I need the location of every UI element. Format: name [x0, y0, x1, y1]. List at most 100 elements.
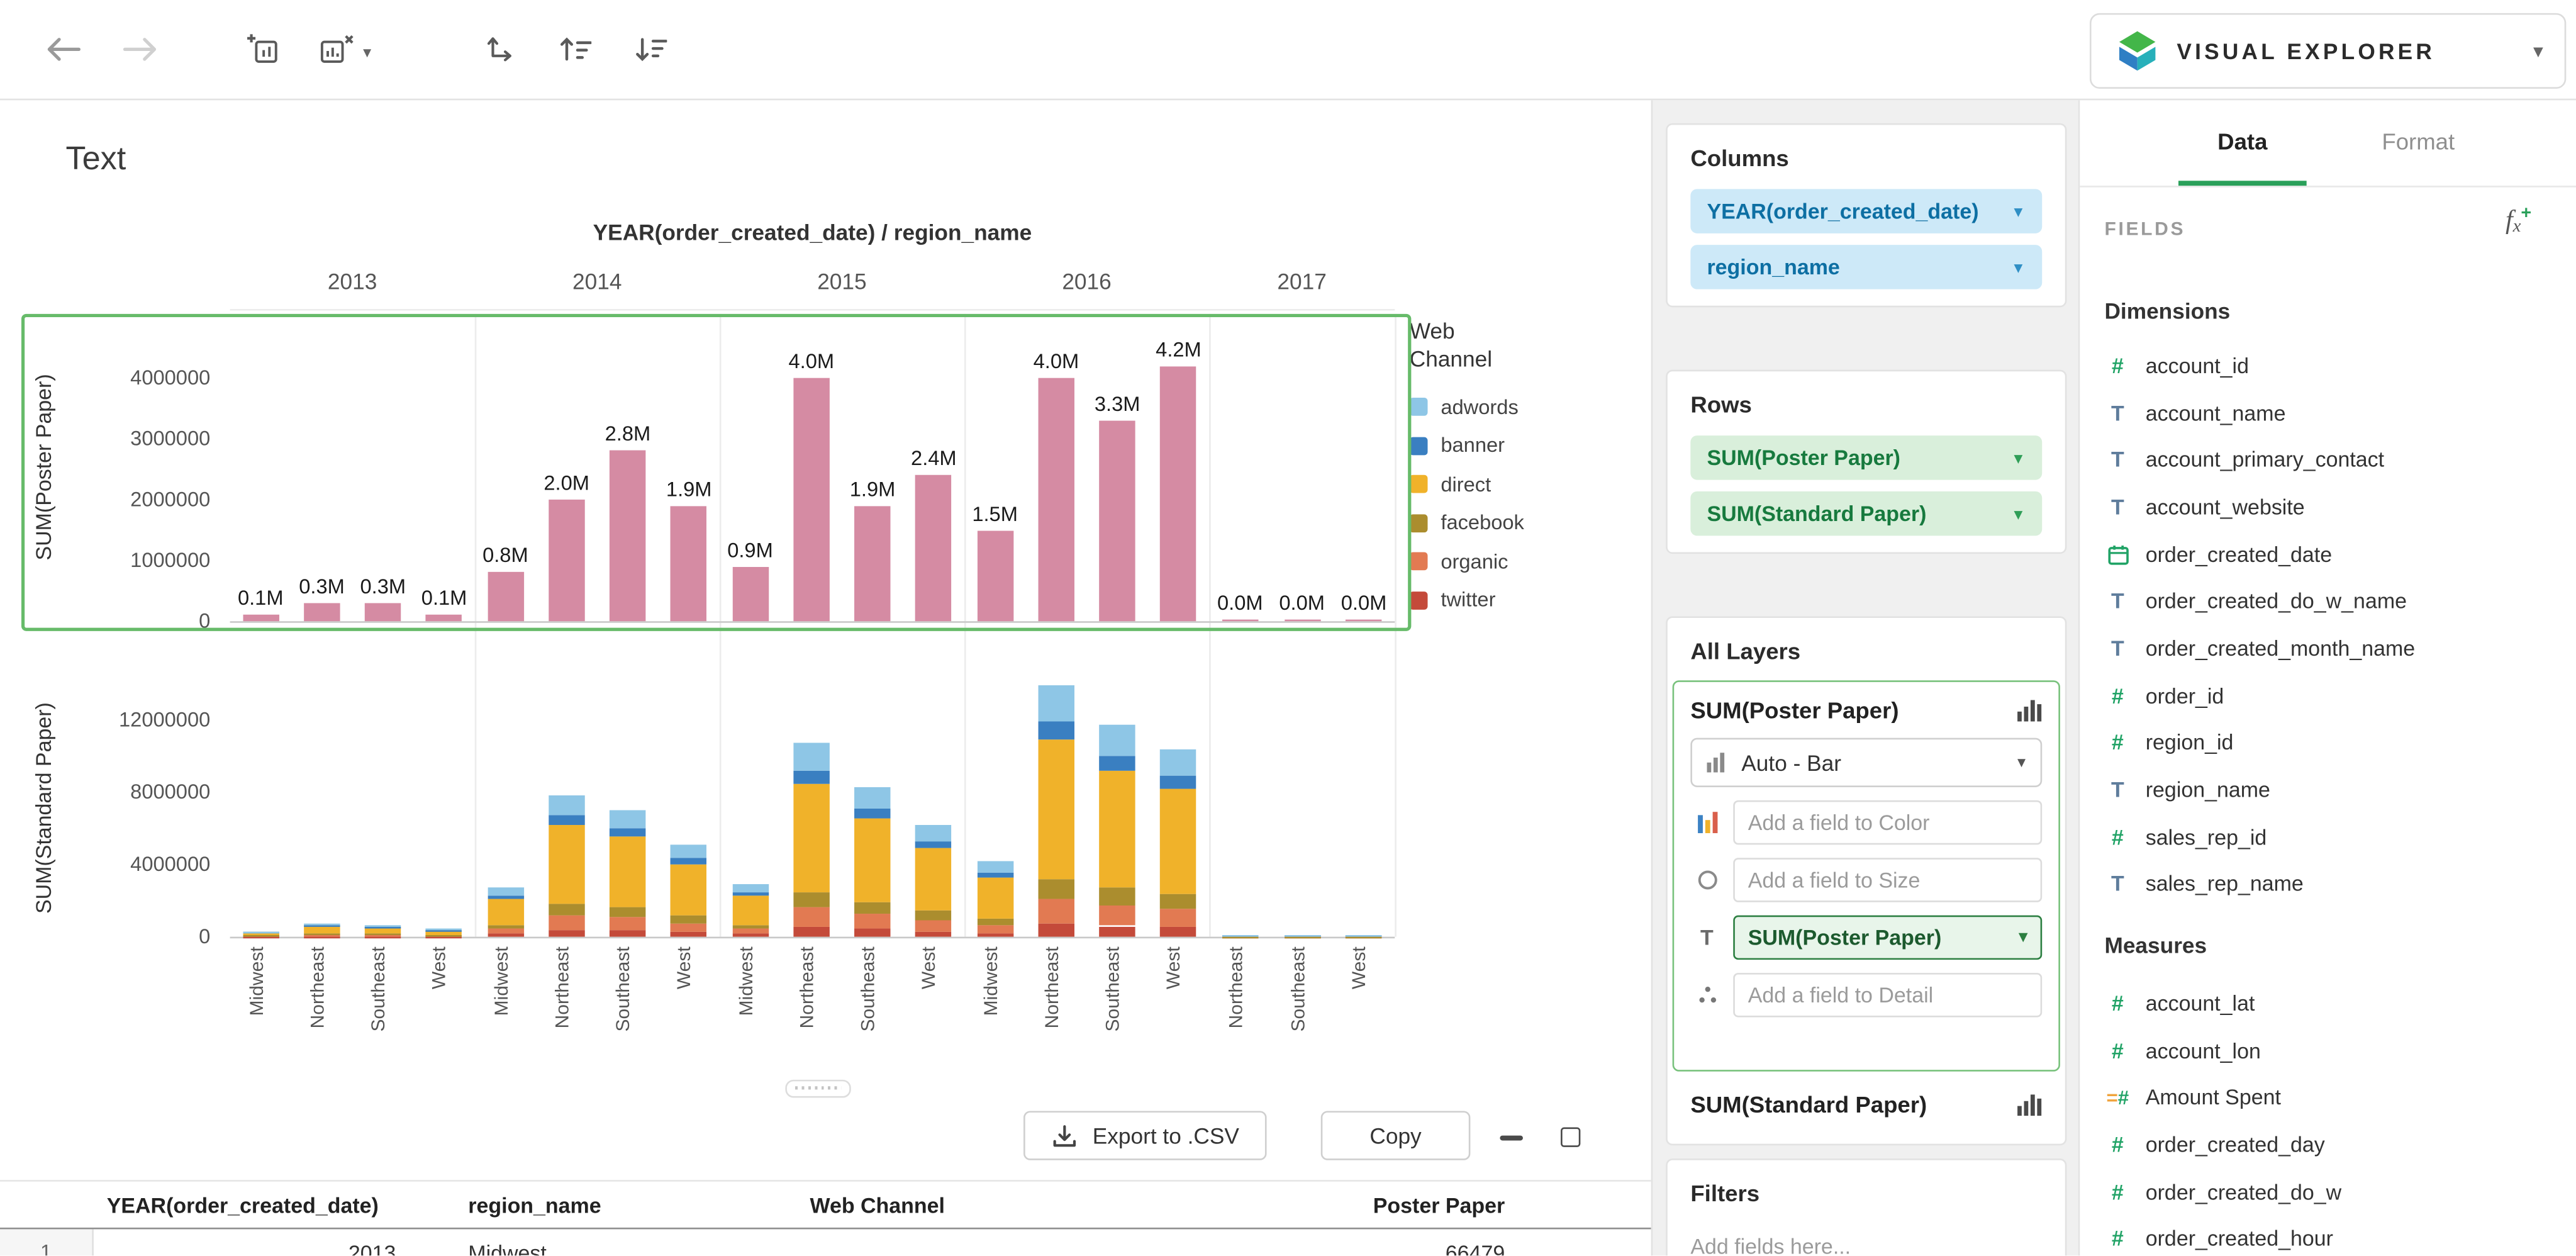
standard-paper-segment-banner[interactable] — [610, 828, 645, 837]
standard-paper-segment-facebook[interactable] — [1038, 879, 1074, 899]
add-chart-button[interactable] — [247, 33, 281, 74]
resize-drag-handle[interactable] — [785, 1080, 850, 1098]
legend-item[interactable]: direct — [1410, 465, 1624, 503]
collapse-table-button[interactable] — [1490, 1116, 1533, 1158]
standard-paper-segment-organic[interactable] — [1099, 905, 1135, 926]
standard-paper-segment-twitter[interactable] — [793, 927, 829, 936]
standard-paper-segment-twitter[interactable] — [916, 931, 952, 937]
standard-paper-segment-facebook[interactable] — [977, 919, 1013, 926]
legend-item[interactable]: banner — [1410, 427, 1624, 465]
standard-paper-segment-direct[interactable] — [1222, 935, 1258, 936]
standard-paper-segment-banner[interactable] — [243, 932, 279, 933]
standard-paper-segment-twitter[interactable] — [1161, 928, 1196, 937]
standard-paper-segment-direct[interactable] — [1346, 935, 1381, 936]
standard-paper-segment-banner[interactable] — [488, 895, 523, 898]
mark-type-dropdown[interactable]: Auto - Bar ▾ — [1690, 738, 2042, 787]
field-item[interactable]: Taccount_primary_contact — [2080, 436, 2576, 483]
standard-paper-segment-direct[interactable] — [916, 848, 952, 911]
copy-button[interactable]: Copy — [1321, 1111, 1471, 1160]
columns-shelf-pill[interactable]: YEAR(order_created_date)▼ — [1690, 189, 2042, 233]
standard-paper-segment-banner[interactable] — [1038, 721, 1074, 739]
standard-paper-segment-facebook[interactable] — [732, 924, 768, 929]
standard-paper-segment-direct[interactable] — [977, 877, 1013, 919]
standard-paper-segment-direct[interactable] — [1038, 739, 1074, 878]
standard-paper-segment-twitter[interactable] — [610, 931, 645, 937]
standard-paper-segment-direct[interactable] — [488, 899, 523, 926]
standard-paper-segment-direct[interactable] — [243, 933, 279, 936]
field-item[interactable]: #sales_rep_id — [2080, 813, 2576, 860]
field-item[interactable]: #order_created_hour — [2080, 1215, 2576, 1256]
standard-paper-segment-adwords[interactable] — [1161, 749, 1196, 776]
tab-format[interactable]: Format — [2353, 99, 2484, 186]
standard-paper-segment-organic[interactable] — [549, 916, 584, 929]
standard-paper-segment-adwords[interactable] — [793, 743, 829, 771]
standard-paper-segment-adwords[interactable] — [854, 787, 890, 808]
standard-paper-segment-adwords[interactable] — [304, 923, 340, 925]
sort-descending-button[interactable] — [634, 35, 667, 72]
legend-item[interactable]: twitter — [1410, 581, 1624, 619]
field-item[interactable]: Taccount_name — [2080, 389, 2576, 436]
standard-paper-segment-direct[interactable] — [426, 930, 462, 934]
standard-paper-segment-twitter[interactable] — [1099, 926, 1135, 937]
rows-shelf-pill[interactable]: SUM(Standard Paper)▼ — [1690, 491, 2042, 536]
standard-paper-segment-direct[interactable] — [365, 928, 401, 934]
expand-table-button[interactable] — [1549, 1116, 1592, 1158]
tab-data[interactable]: Data — [2178, 99, 2307, 186]
field-item[interactable]: Tregion_name — [2080, 766, 2576, 813]
field-item[interactable]: #region_id — [2080, 719, 2576, 766]
standard-paper-segment-facebook[interactable] — [854, 902, 890, 914]
standard-paper-segment-adwords[interactable] — [1099, 725, 1135, 755]
standard-paper-segment-twitter[interactable] — [1038, 924, 1074, 936]
standard-paper-segment-adwords[interactable] — [549, 796, 584, 816]
standard-paper-segment-facebook[interactable] — [916, 911, 952, 920]
standard-paper-segment-organic[interactable] — [365, 935, 401, 936]
standard-paper-segment-twitter[interactable] — [854, 929, 890, 937]
sort-ascending-button[interactable] — [559, 35, 591, 72]
standard-paper-segment-banner[interactable] — [854, 808, 890, 819]
field-item[interactable]: Taccount_website — [2080, 483, 2576, 530]
standard-paper-segment-facebook[interactable] — [549, 904, 584, 916]
standard-paper-segment-banner[interactable] — [732, 892, 768, 895]
standard-paper-segment-banner[interactable] — [977, 872, 1013, 877]
standard-paper-segment-organic[interactable] — [977, 925, 1013, 933]
standard-paper-segment-twitter[interactable] — [426, 936, 462, 937]
standard-paper-segment-organic[interactable] — [793, 908, 829, 928]
field-item[interactable]: #order_created_day — [2080, 1121, 2576, 1168]
standard-paper-segment-direct[interactable] — [1099, 770, 1135, 888]
standard-paper-segment-adwords[interactable] — [243, 931, 279, 932]
size-field-slot[interactable]: Add a field to Size — [1733, 857, 2042, 902]
standard-paper-segment-banner[interactable] — [916, 841, 952, 848]
standard-paper-segment-direct[interactable] — [854, 819, 890, 902]
standard-paper-segment-direct[interactable] — [1161, 789, 1196, 894]
field-item[interactable]: #order_created_do_w — [2080, 1168, 2576, 1215]
visual-explorer-menu[interactable]: VISUAL EXPLORER ▾ — [2090, 13, 2566, 89]
standard-paper-segment-adwords[interactable] — [488, 888, 523, 895]
rows-shelf-pill[interactable]: SUM(Poster Paper)▼ — [1690, 435, 2042, 480]
standard-paper-segment-facebook[interactable] — [671, 916, 707, 923]
text-widget[interactable]: Text — [65, 142, 126, 179]
standard-paper-segment-facebook[interactable] — [426, 934, 462, 935]
standard-paper-segment-twitter[interactable] — [549, 929, 584, 936]
standard-paper-segment-organic[interactable] — [671, 922, 707, 932]
standard-paper-segment-facebook[interactable] — [488, 926, 523, 929]
standard-paper-segment-adwords[interactable] — [916, 824, 952, 841]
standard-paper-segment-direct[interactable] — [671, 864, 707, 916]
field-item[interactable]: #account_id — [2080, 342, 2576, 389]
standard-paper-segment-banner[interactable] — [793, 771, 829, 785]
add-calculated-field-button[interactable]: fx+ — [2490, 207, 2546, 250]
standard-paper-segment-adwords[interactable] — [1284, 934, 1320, 935]
standard-paper-segment-adwords[interactable] — [1222, 934, 1258, 935]
standard-paper-segment-banner[interactable] — [1161, 776, 1196, 789]
columns-shelf-pill[interactable]: region_name▼ — [1690, 245, 2042, 289]
filters-drop-zone[interactable]: Add fields here... — [1690, 1234, 2042, 1256]
standard-paper-segment-adwords[interactable] — [365, 925, 401, 927]
color-field-slot[interactable]: Add a field to Color — [1733, 800, 2042, 844]
field-item[interactable]: #account_lat — [2080, 980, 2576, 1027]
standard-paper-segment-twitter[interactable] — [732, 934, 768, 936]
table-row[interactable]: 12013Midwest66479 — [0, 1229, 1651, 1256]
standard-paper-segment-banner[interactable] — [426, 929, 462, 930]
standard-paper-segment-banner[interactable] — [304, 925, 340, 926]
field-item[interactable]: #account_lon — [2080, 1026, 2576, 1074]
standard-paper-segment-direct[interactable] — [549, 826, 584, 904]
standard-paper-segment-adwords[interactable] — [977, 861, 1013, 872]
